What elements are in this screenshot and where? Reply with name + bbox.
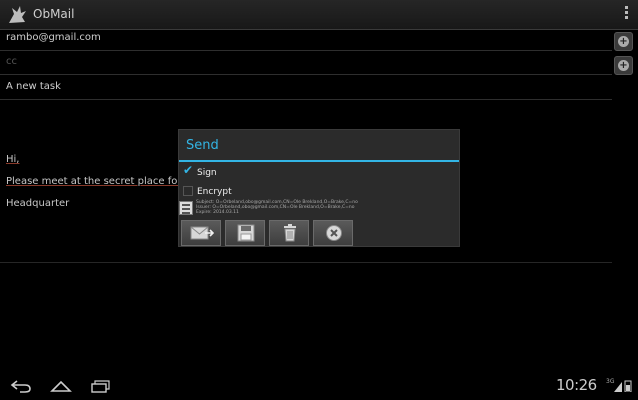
app-title: ObMail [33, 7, 75, 21]
to-value: rambo@gmail.com [6, 32, 101, 43]
save-draft-button[interactable] [225, 220, 265, 246]
checkbox-box [183, 186, 193, 196]
system-nav-bar: 10:26 3G [0, 372, 638, 400]
dialog-actions [179, 219, 461, 247]
cert-expire: Expire: 2014.03.11 [196, 210, 239, 215]
send-button[interactable] [181, 220, 221, 246]
plus-icon: + [618, 60, 629, 71]
divider [0, 262, 612, 263]
action-bar: ObMail [0, 0, 638, 30]
certificate-info: Subject: O=Orbeland,obo@gmail.com,CN=Ole… [179, 200, 369, 218]
overflow-menu-icon[interactable] [624, 6, 630, 22]
app-logo-icon[interactable] [6, 4, 28, 26]
divider [0, 50, 612, 51]
plus-icon: + [618, 36, 629, 47]
send-dialog: Send ✔ Sign Encrypt Subject: O=Orbeland,… [178, 129, 460, 247]
encrypt-label: Encrypt [197, 187, 232, 197]
body-greeting: Hi, [6, 154, 20, 165]
trash-icon [284, 224, 296, 242]
add-recipient-button[interactable]: + [614, 32, 633, 51]
body-line1-mid: secret place [103, 176, 165, 187]
body-line1-start: Please meet at the [6, 176, 104, 187]
recent-apps-icon[interactable] [90, 378, 112, 394]
cc-placeholder: cc [6, 56, 17, 67]
home-icon[interactable] [50, 378, 72, 394]
discard-button[interactable] [269, 220, 309, 246]
checkmark-icon: ✔ [183, 163, 194, 177]
certificate-icon [179, 201, 193, 215]
divider [0, 74, 612, 75]
back-icon[interactable] [10, 378, 32, 394]
subject-field[interactable]: A new task [0, 78, 612, 100]
cancel-button[interactable] [313, 220, 353, 246]
add-cc-button[interactable]: + [614, 56, 633, 75]
clock[interactable]: 10:26 [556, 376, 597, 394]
close-icon [326, 225, 342, 241]
signal-battery-icon[interactable] [614, 380, 632, 392]
sign-label: Sign [197, 168, 217, 178]
divider [0, 99, 612, 100]
subject-value: A new task [6, 81, 61, 92]
save-icon [237, 224, 255, 242]
to-field[interactable]: rambo@gmail.com [0, 29, 612, 51]
cc-field[interactable]: cc [0, 53, 612, 75]
certificate-details: Subject: O=Orbeland,obo@gmail.com,CN=Ole… [196, 200, 358, 215]
body-signature: Headquarter [6, 198, 70, 209]
send-icon [190, 226, 214, 240]
dialog-title-divider [179, 160, 459, 162]
dialog-title: Send [186, 138, 219, 153]
